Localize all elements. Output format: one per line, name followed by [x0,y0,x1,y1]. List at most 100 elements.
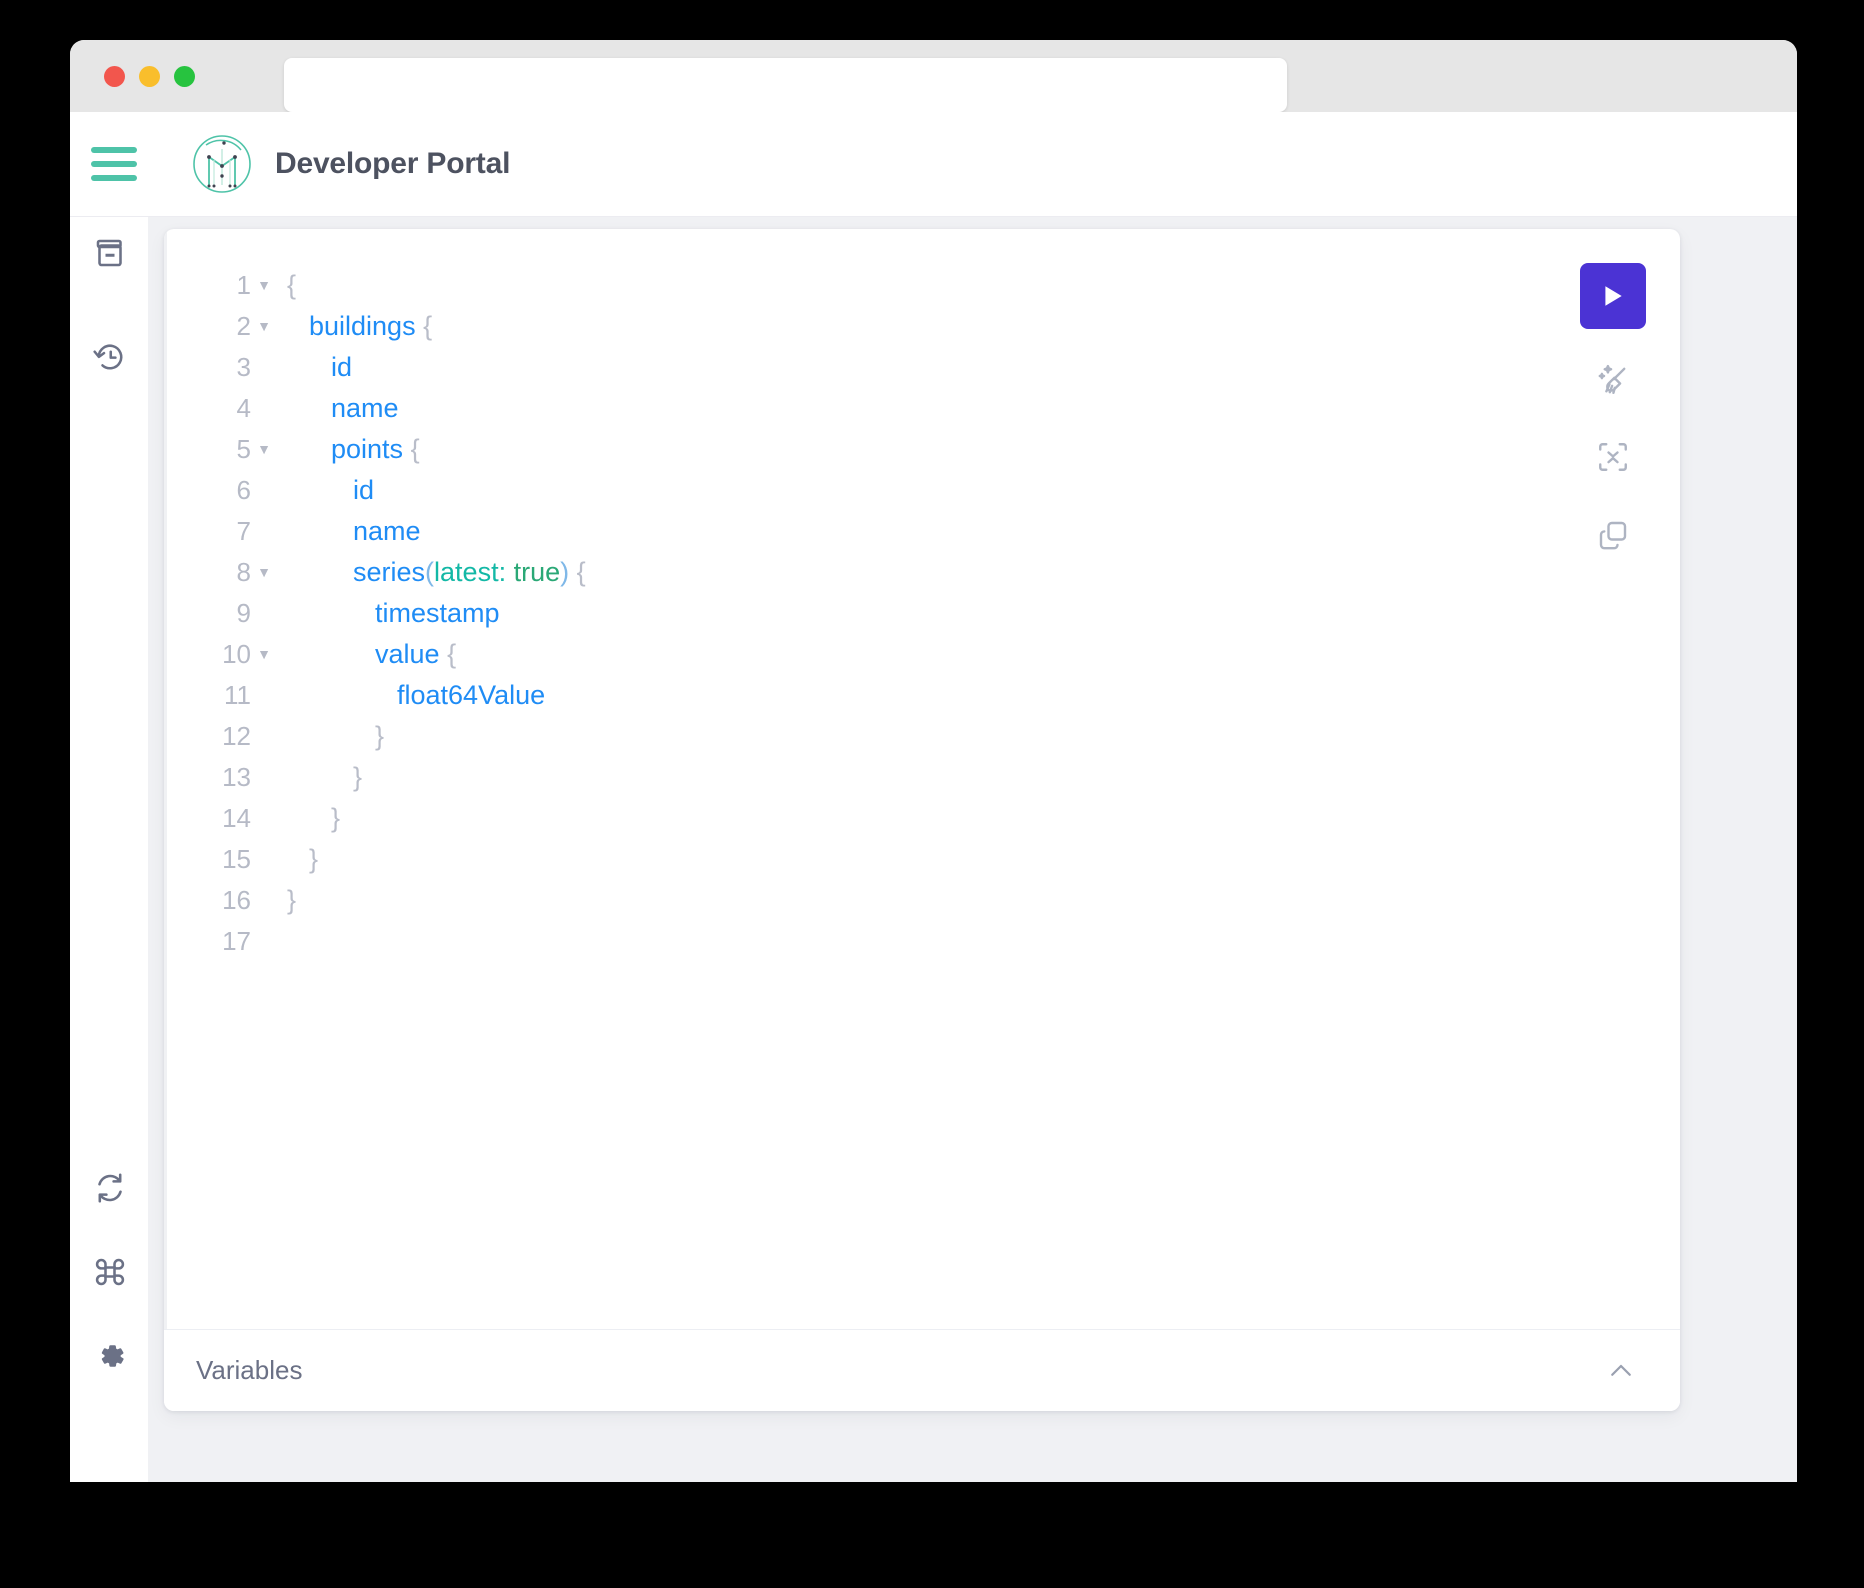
code-text: } [277,798,340,839]
graphql-code[interactable]: 1 ▼{2 ▼ buildings {3 id 4 name 5 ▼ points {6 id 7 na… [167,265,586,962]
code-text: name [277,388,399,429]
code-text: points { [277,429,420,470]
browser-titlebar [70,40,1797,112]
code-token: value [375,639,448,669]
broom-sparkle-icon [1598,364,1626,394]
fold-toggle-icon[interactable]: ▼ [251,634,277,675]
maximize-window-button[interactable] [174,66,195,87]
code-line: 6 id [167,470,586,511]
code-token: { [410,434,420,464]
code-text: name [277,511,421,552]
code-token: } [309,844,319,874]
line-number: 9 [236,598,251,628]
sidebar-item-shortcuts[interactable] [92,1254,128,1290]
copy-button[interactable] [1580,507,1646,563]
merge-icon [1599,443,1627,471]
code-line: 1 ▼ { [167,265,586,306]
command-key-icon [95,1258,125,1286]
code-token: } [353,762,363,792]
code-token: name [353,516,421,546]
code-text: value { [277,634,456,675]
line-number: 7 [236,516,251,546]
code-text: id [277,470,374,511]
code-text: buildings { [277,306,432,347]
line-number: 3 [236,352,251,382]
query-editor[interactable]: 1 ▼{2 ▼ buildings {3 id 4 name 5 ▼ points {6 id 7 na… [164,229,1680,1329]
line-number: 12 [222,721,251,751]
code-text: id [277,347,352,388]
code-token: ( [425,557,435,587]
run-query-button[interactable] [1580,263,1646,329]
code-text: } [277,839,318,880]
sidebar-item-settings[interactable] [92,1338,128,1374]
sidebar-item-history[interactable] [92,339,128,375]
code-token: name [331,393,399,423]
code-token: { [423,311,433,341]
code-token: buildings [309,311,424,341]
code-token: id [331,352,353,382]
code-token: } [287,885,297,915]
content-area: 1 ▼{2 ▼ buildings {3 id 4 name 5 ▼ points {6 id 7 na… [148,217,1797,1482]
line-number: 16 [222,885,251,915]
fold-toggle-icon[interactable]: ▼ [251,429,277,470]
book-icon [96,239,122,267]
history-clock-icon [93,344,123,370]
line-number: 8 [236,557,251,587]
page-title: Developer Portal [275,147,511,180]
code-line: 13} [167,757,586,798]
code-line: 10 ▼ value { [167,634,586,675]
variables-label: Variables [196,1355,303,1385]
traffic-lights [104,66,195,87]
copy-icon [1599,521,1627,550]
line-number: 13 [222,762,251,792]
left-sidebar [70,217,148,1482]
merge-button[interactable] [1580,429,1646,485]
line-number: 4 [236,393,251,423]
code-token: { [447,639,457,669]
code-line: 2 ▼ buildings { [167,306,586,347]
app-header: Developer Portal [70,112,1797,217]
prettify-button[interactable] [1580,351,1646,407]
fold-toggle-icon[interactable]: ▼ [251,265,277,306]
code-line: 14} [167,798,586,839]
minimize-window-button[interactable] [139,66,160,87]
code-token: points [331,434,411,464]
line-number: 1 [236,270,251,300]
variables-panel-toggle[interactable]: Variables [164,1329,1680,1411]
line-number: 11 [224,680,251,710]
code-line: 17 [167,921,586,962]
code-line: 5 ▼ points { [167,429,586,470]
screen: Developer Portal 1 ▼ {2 ▼ buildings {3… [0,0,1864,1588]
line-number: 15 [222,844,251,874]
line-number: 2 [236,311,251,341]
hamburger-menu-icon[interactable] [91,147,137,181]
code-line: 16} [167,880,586,921]
line-number: 5 [236,434,251,464]
query-editor-card: 1 ▼{2 ▼ buildings {3 id 4 name 5 ▼ points {6 id 7 na… [164,229,1680,1411]
chevron-up-icon[interactable] [1606,1356,1636,1386]
code-line: 11 float64Value [167,675,586,716]
code-text: } [277,880,296,921]
address-bar[interactable] [284,58,1287,112]
fold-toggle-icon[interactable]: ▼ [251,306,277,347]
play-icon [1605,286,1622,306]
line-number: 17 [222,926,251,956]
code-token: } [331,803,341,833]
line-number: 6 [236,475,251,505]
line-number: 14 [222,803,251,833]
brand-logo-icon [191,133,253,195]
code-token: timestamp [375,598,500,628]
sidebar-item-refresh[interactable] [92,1170,128,1206]
code-text: timestamp [277,593,500,634]
code-text: float64Value [277,675,545,716]
fold-toggle-icon[interactable]: ▼ [251,552,277,593]
close-window-button[interactable] [104,66,125,87]
code-text: series(latest: true) { [277,552,586,593]
code-token: { [569,557,586,587]
code-token: { [287,270,297,300]
code-token: } [375,721,385,751]
line-number: 10 [222,639,251,669]
sidebar-item-docs[interactable] [92,235,128,271]
code-line: 9 timestamp [167,593,586,634]
code-line: 4 name [167,388,586,429]
